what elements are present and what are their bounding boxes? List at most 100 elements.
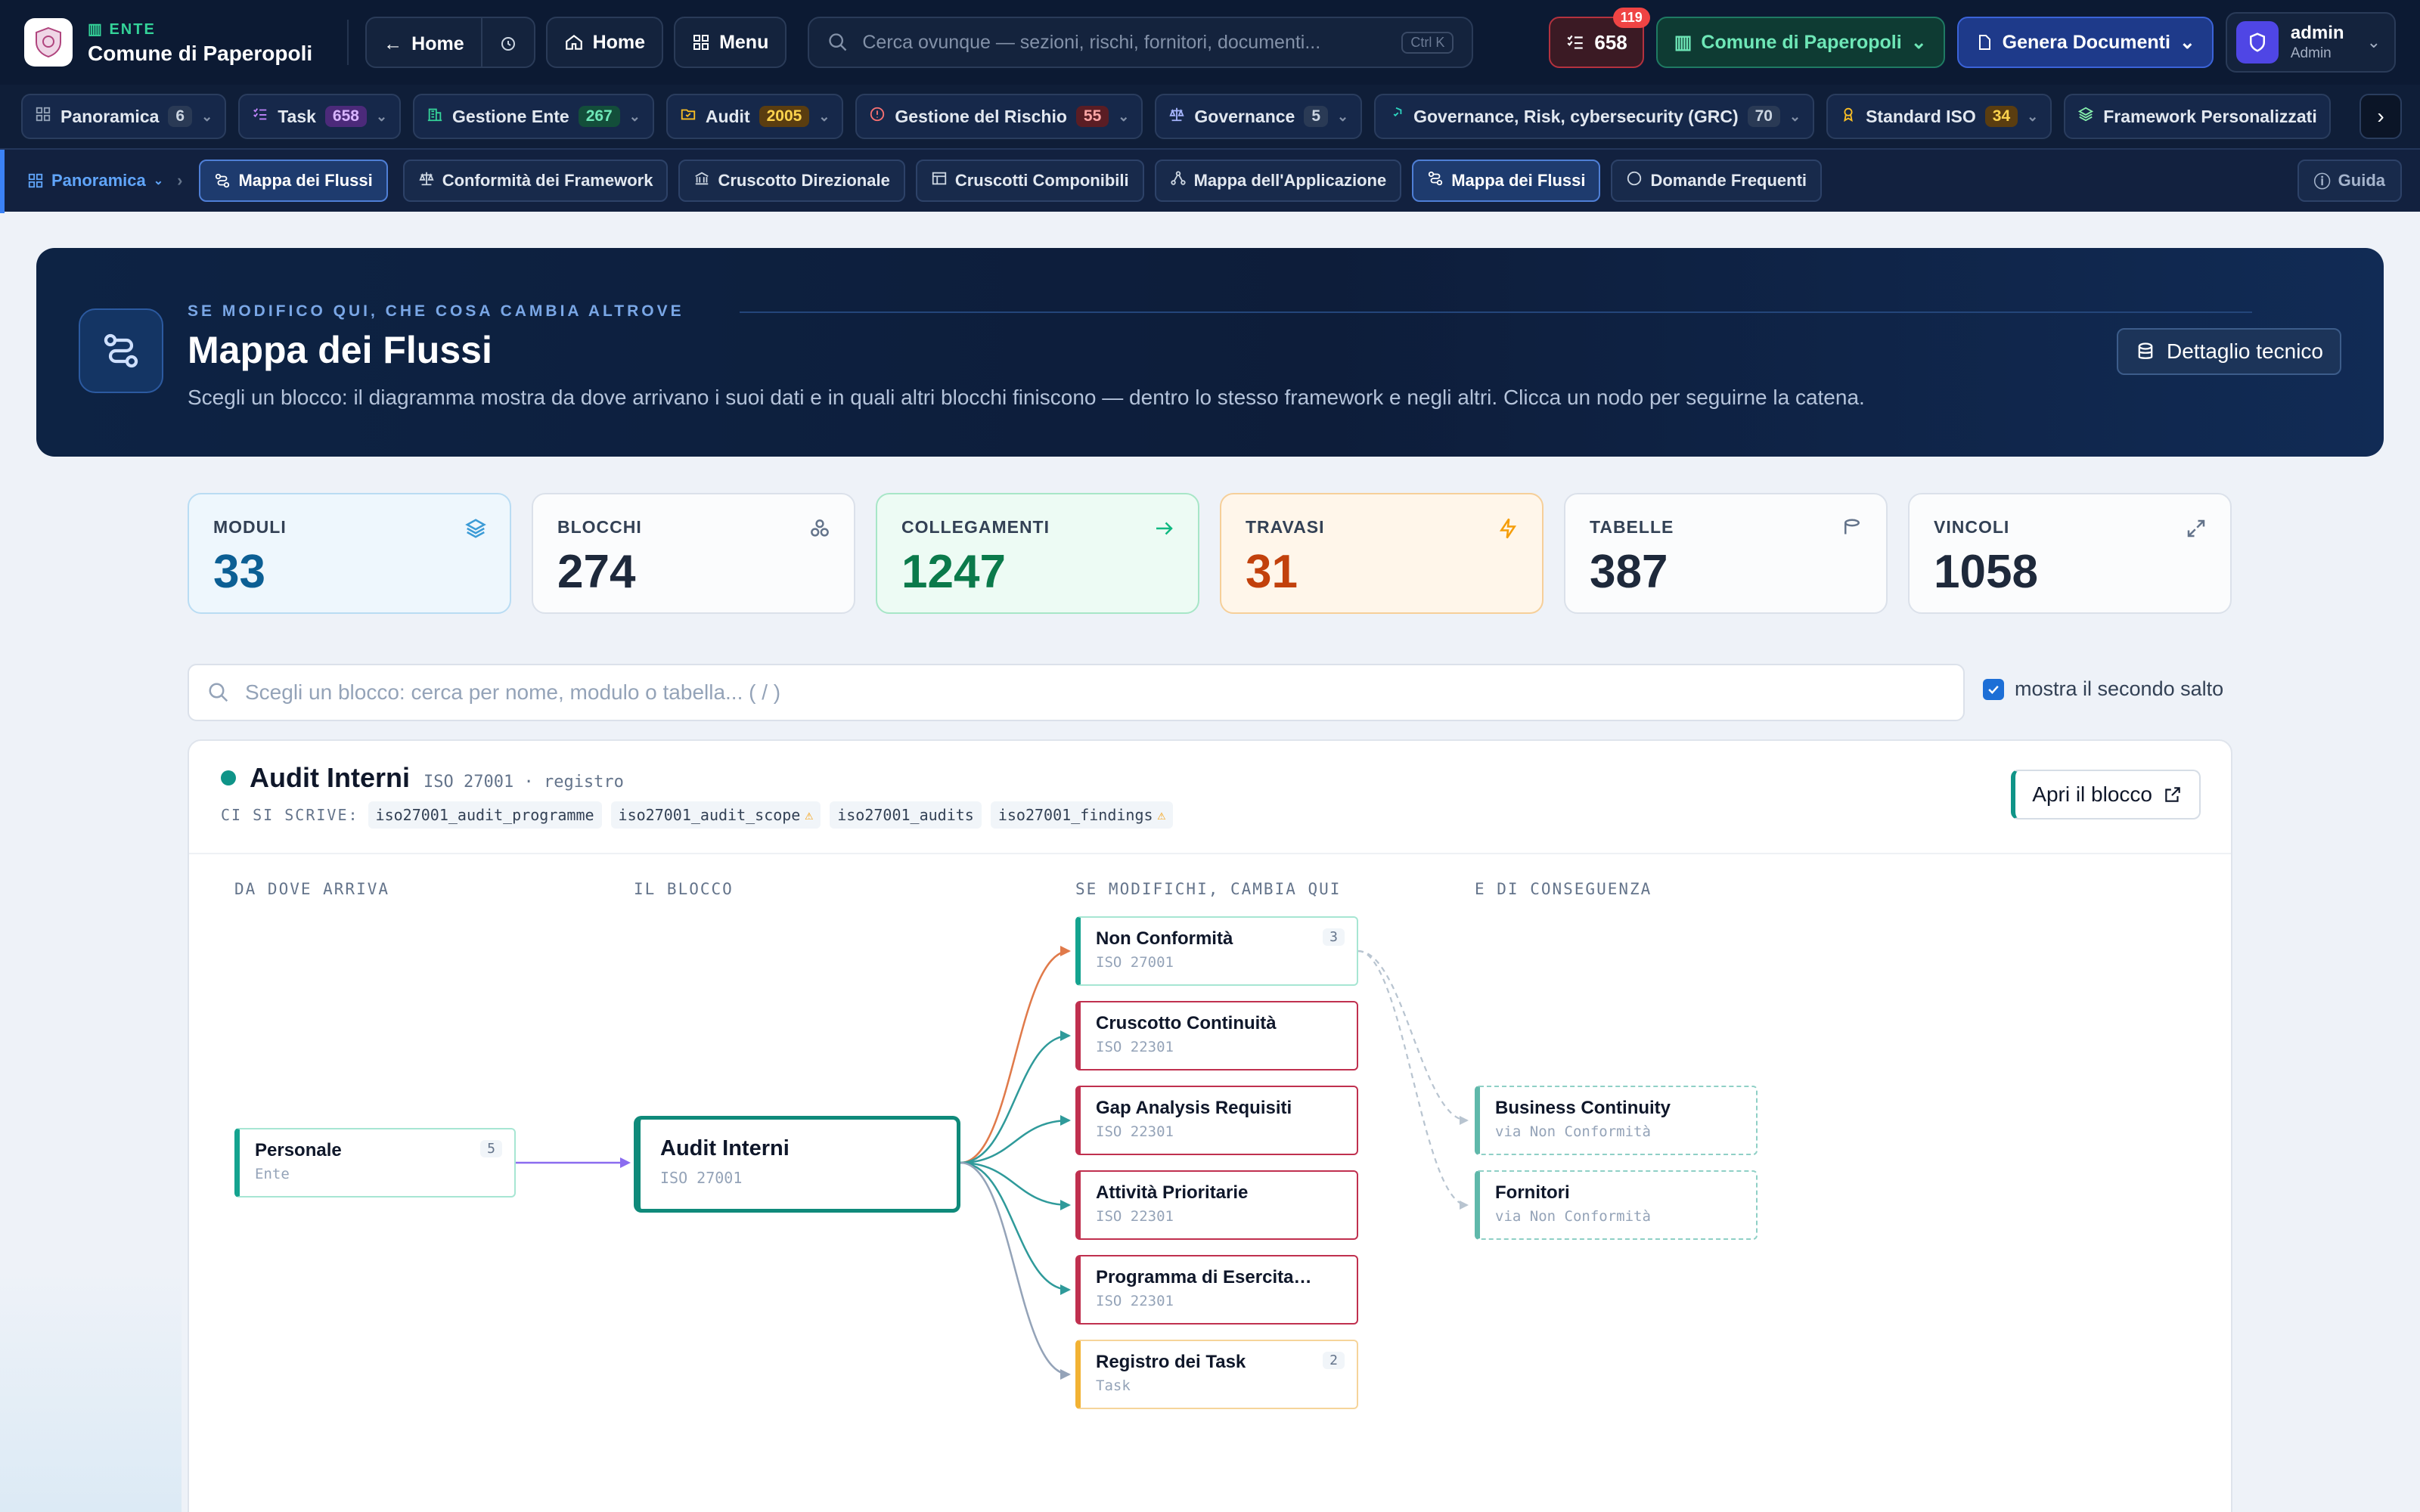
technical-detail-button[interactable]: Dettaglio tecnico	[2116, 328, 2341, 375]
target-node[interactable]: Cruscotto Continuità ISO 22301	[1075, 1001, 1358, 1070]
stat-label: VINCOLI	[1934, 517, 2010, 537]
block-search[interactable]: Scegli un blocco: cerca per nome, modulo…	[188, 664, 1965, 721]
center-node[interactable]: Audit Interni ISO 27001	[634, 1116, 960, 1213]
home-label: Home	[592, 31, 646, 53]
home-button[interactable]: Home	[545, 17, 664, 68]
flow-edge-second-hop	[1357, 950, 1468, 1207]
checklist-icon	[252, 106, 268, 127]
module-tab-5[interactable]: Governance 5 ⌄	[1155, 94, 1363, 139]
tab-0[interactable]: Conformità dei Framework	[402, 160, 669, 202]
stat-label: BLOCCHI	[557, 517, 642, 537]
module-tab-7[interactable]: Standard ISO 34 ⌄	[1826, 94, 2052, 139]
module-tab-3[interactable]: Audit 2005 ⌄	[666, 94, 844, 139]
tasks-button[interactable]: 658 119	[1549, 8, 1650, 68]
scroll-right-button[interactable]: ›	[2360, 94, 2402, 139]
stat-card-1: BLOCCHI 274	[532, 493, 855, 614]
tab-1[interactable]: Cruscotto Direzionale	[678, 160, 905, 202]
generate-documents-button[interactable]: Genera Documenti ⌄	[1956, 17, 2214, 68]
guide-button[interactable]: ⓘ Guida	[2297, 160, 2402, 202]
back-label: Home	[411, 33, 464, 54]
tab-2[interactable]: Cruscotti Componibili	[915, 160, 1144, 202]
arrow-head	[620, 1157, 631, 1168]
module-tab-0[interactable]: Panoramica 6 ⌄	[21, 94, 227, 139]
module-count: 6	[168, 106, 193, 127]
grid-icon	[28, 173, 43, 188]
user-menu[interactable]: admin Admin ⌄	[2225, 12, 2396, 73]
ente-selector[interactable]: ▥ Comune di Paperopoli ⌄	[1655, 17, 1945, 68]
scale-icon	[418, 170, 435, 191]
tab-5[interactable]: Domande Frequenti	[1611, 160, 1823, 202]
arrow-left-icon: ←	[383, 33, 403, 54]
menu-label: Menu	[719, 31, 769, 53]
blocks-icon	[808, 517, 831, 544]
target-node[interactable]: Programma di Esercitaz... ISO 22301	[1075, 1255, 1358, 1325]
bolt-icon	[1497, 517, 1519, 544]
source-node[interactable]: Personale Ente 5	[234, 1128, 516, 1198]
hero-kicker: SE MODIFICO QUI, CHE COSA CAMBIA ALTROVE	[188, 302, 684, 320]
second-hop-toggle[interactable]: mostra il secondo salto	[1983, 677, 2223, 701]
breadcrumb-label: Panoramica	[51, 171, 146, 190]
module-tab-8[interactable]: Framework Personalizzati	[2064, 94, 2331, 139]
search-shortcut: Ctrl K	[1401, 31, 1454, 54]
chevron-down-icon: ⌄	[818, 108, 830, 124]
consequence-node[interactable]: Business Continuity via Non Conformità	[1475, 1086, 1758, 1155]
alert-circle-icon	[869, 106, 886, 127]
node-subtitle: ISO 22301	[1096, 1123, 1174, 1140]
flow-icon	[216, 173, 230, 188]
help-circle-icon: ⓘ	[2313, 172, 2331, 191]
global-search[interactable]: Cerca ovunque — sezioni, rischi, fornito…	[808, 17, 1474, 68]
module-label: Governance	[1194, 106, 1295, 126]
node-subtitle: ISO 22301	[1096, 1293, 1174, 1309]
chevron-down-icon: ⌄	[1910, 32, 1927, 53]
flow-icon	[1427, 170, 1444, 191]
shield-check-icon	[1388, 106, 1404, 127]
module-tab-6[interactable]: Governance, Risk, cybersecurity (GRC) 70 ⌄	[1374, 94, 1815, 139]
app-logo[interactable]	[24, 18, 73, 67]
target-node[interactable]: Gap Analysis Requisiti ISO 22301	[1075, 1086, 1358, 1155]
module-tab-4[interactable]: Gestione del Rischio 55 ⌄	[855, 94, 1143, 139]
node-title: Business Continuity	[1495, 1098, 1671, 1118]
history-button[interactable]	[482, 18, 534, 67]
node-title: Fornitori	[1495, 1182, 1570, 1203]
module-tab-2[interactable]: Gestione Ente 267 ⌄	[413, 94, 654, 139]
module-count: 2005	[759, 106, 810, 127]
database-icon	[2138, 342, 2153, 359]
second-hop-checkbox[interactable]	[1983, 678, 2004, 700]
subnav-tabs: Conformità dei Framework Cruscotto Direzi…	[402, 160, 1823, 202]
target-node[interactable]: Registro dei Task Task 2	[1075, 1340, 1358, 1409]
tab-label: Cruscotti Componibili	[954, 171, 1129, 190]
module-tab-1[interactable]: Task 658 ⌄	[238, 94, 402, 139]
guide-label: Guida	[2338, 171, 2385, 190]
home-icon	[565, 34, 582, 50]
current-page-tab[interactable]: Mappa dei Flussi	[199, 160, 388, 202]
search-icon	[829, 33, 847, 51]
tab-3[interactable]: Mappa dell'Applicazione	[1154, 160, 1402, 202]
global-search-input[interactable]: Cerca ovunque — sezioni, rischi, fornito…	[862, 32, 1320, 54]
arrow-head	[1460, 1201, 1469, 1210]
sub-navigation: Panoramica ⌄ › Mappa dei Flussi Conformi…	[0, 148, 2420, 213]
stat-card-4: TABELLE 387	[1564, 493, 1888, 614]
tab-label: Conformità dei Framework	[442, 171, 653, 190]
menu-button[interactable]: Menu	[674, 17, 787, 68]
module-label: Standard ISO	[1866, 106, 1976, 126]
arrow-head	[1060, 1200, 1071, 1210]
tab-4[interactable]: Mappa dei Flussi	[1412, 160, 1601, 202]
target-node[interactable]: Non Conformità ISO 27001 3	[1075, 916, 1358, 986]
node-title: Programma di Esercitaz...	[1096, 1267, 1318, 1287]
block-search-input[interactable]: Scegli un blocco: cerca per nome, modulo…	[245, 680, 780, 705]
module-label: Governance, Risk, cybersecurity (GRC)	[1413, 106, 1739, 126]
arrow-head	[1060, 1115, 1071, 1126]
node-subtitle: ISO 27001	[1096, 954, 1174, 971]
target-node[interactable]: Attività Prioritarie ISO 22301	[1075, 1170, 1358, 1240]
node-subtitle: Task	[1096, 1377, 1131, 1394]
flow-edge	[960, 1161, 1070, 1376]
chevron-down-icon: ⌄	[1789, 108, 1801, 124]
flow-panel: Audit Interni ISO 27001 · registro CI SI…	[188, 739, 2232, 1512]
back-home-button[interactable]: ← Home	[367, 18, 480, 67]
history-group: ← Home	[365, 17, 535, 68]
generate-label: Genera Documenti	[2002, 31, 2170, 53]
stat-value: 1058	[1934, 546, 2038, 598]
breadcrumb[interactable]: Panoramica ⌄ ›	[18, 171, 188, 191]
flow-edge	[960, 950, 1070, 1164]
consequence-node[interactable]: Fornitori via Non Conformità	[1475, 1170, 1758, 1240]
